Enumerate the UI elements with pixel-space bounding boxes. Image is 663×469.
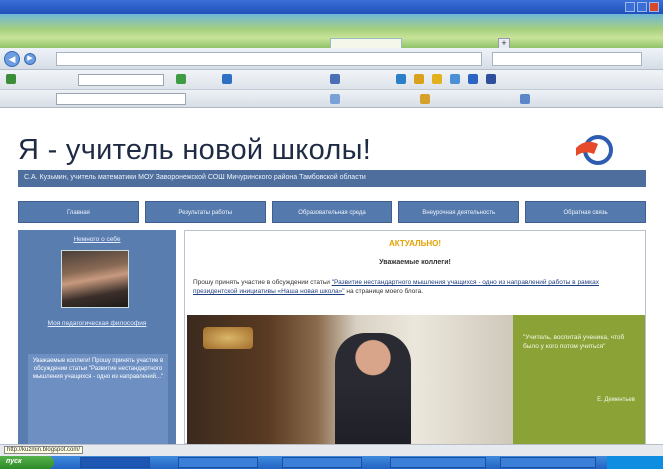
announcement-text-prefix: Прошу принять участие в обсуждении стать…	[193, 279, 332, 286]
close-button[interactable]	[649, 2, 659, 12]
social-icon[interactable]	[486, 74, 496, 84]
avatar	[61, 250, 129, 308]
taskbar: пуск	[0, 456, 663, 469]
extensions-toolbar	[0, 90, 663, 108]
back-icon[interactable]: ◀	[4, 51, 20, 67]
bookmarks-toolbar	[0, 70, 663, 90]
announcement-text-suffix: на странице моего блога.	[344, 288, 424, 295]
search-input[interactable]	[492, 52, 642, 66]
taskbar-item-3[interactable]	[282, 457, 362, 468]
quote-author: Е. Дементьев	[597, 397, 635, 403]
announcement-body: Прошу принять участие в обсуждении стать…	[193, 278, 639, 296]
site-title: Я - учитель новой школы!	[18, 134, 372, 166]
globe-icon[interactable]	[330, 74, 340, 84]
main-menu: Главная Результаты работы Образовательна…	[18, 201, 646, 223]
menu-item-feedback[interactable]: Обратная связь	[525, 201, 646, 223]
window-title-bar	[0, 0, 663, 14]
sidebar: Немного о себе Моя педагогическая филосо…	[18, 230, 176, 444]
address-bar[interactable]	[56, 52, 482, 66]
star-icon[interactable]	[414, 74, 424, 84]
status-bar: http://kuzmin.blogspot.com/	[0, 444, 663, 456]
tool-icon[interactable]	[420, 94, 430, 104]
chat-icon[interactable]	[468, 74, 478, 84]
maximize-button[interactable]	[637, 2, 647, 12]
start-button[interactable]: пуск	[0, 456, 54, 469]
taskbar-item-2[interactable]	[178, 457, 258, 468]
smile-icon[interactable]	[432, 74, 442, 84]
philosophy-link[interactable]: Моя педагогическая философия	[38, 320, 156, 327]
teacher-photo	[187, 315, 513, 444]
minimize-button[interactable]	[625, 2, 635, 12]
announcement-greeting: Уважаемые коллеги!	[379, 259, 451, 266]
taskbar-item-browser[interactable]	[80, 457, 150, 468]
main-content: АКТУАЛЬНО! Уважаемые коллеги! Прошу прин…	[184, 230, 646, 444]
lamp-decor	[203, 327, 253, 349]
help-icon[interactable]	[520, 94, 530, 104]
taskbar-item-5[interactable]	[500, 457, 596, 468]
quote-text: "Учитель, воспитай ученика, чтоб было у …	[523, 334, 625, 350]
menu-item-activities[interactable]: Внеурочная деятельность	[398, 201, 520, 223]
menu-item-results[interactable]: Результаты работы	[144, 201, 266, 223]
status-url-tooltip: http://kuzmin.blogspot.com/	[4, 446, 84, 454]
teacher-figure	[335, 333, 411, 444]
music-icon[interactable]	[450, 74, 460, 84]
taskbar-item-4[interactable]	[390, 457, 486, 468]
go-icon[interactable]	[176, 74, 186, 84]
toolbar-search-field[interactable]	[78, 74, 164, 86]
quote-box: "Учитель, воспитай ученика, чтоб было у …	[513, 315, 645, 444]
site-subtitle: С.А. Кузьмин, учитель математики МОУ Зав…	[18, 170, 646, 187]
menu-item-home[interactable]: Главная	[18, 201, 139, 223]
settings-icon[interactable]	[330, 94, 340, 104]
announcement-title: АКТУАЛЬНО!	[388, 239, 442, 248]
favorite-icon[interactable]	[396, 74, 406, 84]
forward-icon[interactable]: ▶	[24, 53, 36, 65]
system-tray	[607, 456, 663, 469]
web-page: Я - учитель новой школы! С.А. Кузьмин, у…	[0, 108, 663, 444]
extension-search-field[interactable]	[56, 93, 186, 105]
menu-item-environment[interactable]: Образовательная среда	[271, 201, 393, 223]
window-controls	[625, 2, 659, 12]
mail-icon[interactable]	[222, 74, 232, 84]
about-link[interactable]: Немного о себе	[18, 236, 176, 243]
navigation-bar: ◀ ▶	[0, 48, 663, 70]
site-logo-icon	[576, 135, 613, 165]
app-icon[interactable]	[6, 74, 16, 84]
tab-strip: +	[0, 14, 663, 49]
sidebar-news-block[interactable]: Уважаемые коллеги! Прошу принять участие…	[28, 354, 168, 444]
